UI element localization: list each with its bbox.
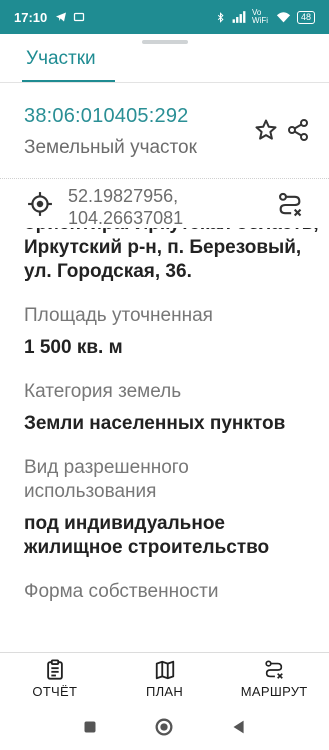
status-time: 17:10	[14, 9, 48, 25]
area-label: Площадь уточненная	[24, 305, 213, 326]
cadastral-number: 38:06:010405:292	[24, 105, 189, 127]
plan-button[interactable]: ПЛАН	[110, 653, 220, 704]
telegram-icon	[56, 12, 67, 22]
home-icon[interactable]	[153, 716, 175, 738]
bottom-navigation: ОТЧЁТ ПЛАН МАРШРУТ	[0, 652, 329, 704]
report-label: ОТЧЁТ	[32, 683, 78, 699]
route-label: МАРШРУТ	[240, 683, 308, 699]
area-value: 1 500 кв. м	[24, 337, 123, 358]
latitude: 52.19827956,	[68, 186, 179, 206]
category-label: Категория земель	[24, 381, 182, 402]
drag-handle[interactable]	[142, 40, 188, 44]
plan-label: ПЛАН	[145, 683, 184, 699]
route-icon[interactable]	[276, 191, 304, 219]
bluetooth-icon	[217, 11, 224, 23]
system-navigation-bar	[0, 704, 329, 750]
report-icon	[47, 658, 63, 680]
usage-label: Вид разрешенного использования	[24, 457, 189, 502]
longitude: 104.26637081	[68, 208, 184, 228]
object-type: Земельный участок	[24, 137, 197, 158]
details-content[interactable]: ориентира. Иркутская область, Иркутский …	[0, 218, 329, 686]
recents-icon[interactable]	[79, 716, 101, 738]
category-value: Земли населенных пунктов	[24, 413, 286, 434]
header-divider	[0, 82, 329, 83]
network-label: Vo WiFi	[251, 8, 268, 25]
back-icon[interactable]	[228, 716, 250, 738]
signal-icon	[232, 11, 246, 23]
route-button[interactable]: МАРШРУТ	[219, 653, 329, 704]
share-icon[interactable]	[286, 118, 310, 142]
ownership-label: Форма собственности	[24, 581, 219, 602]
battery-indicator: 48	[296, 10, 315, 24]
location-target-icon[interactable]	[27, 191, 53, 217]
details-sheet: Участки 38:06:010405:292 Земельный участ…	[0, 34, 329, 750]
star-icon[interactable]	[254, 118, 278, 142]
status-bar: 17:10 Vo WiFi 48	[0, 0, 329, 34]
usage-value: под индивидуальное жилищное строительств…	[24, 513, 270, 558]
tab-parcels[interactable]: Участки	[26, 48, 96, 70]
screen-icon	[74, 12, 85, 22]
report-button[interactable]: ОТЧЁТ	[0, 653, 110, 704]
wifi-icon	[276, 12, 291, 23]
route-icon	[265, 659, 284, 679]
coordinates-row: 52.19827956, 104.26637081	[0, 178, 329, 228]
coordinates-text[interactable]: 52.19827956, 104.26637081	[68, 185, 183, 229]
map-icon	[155, 660, 174, 679]
